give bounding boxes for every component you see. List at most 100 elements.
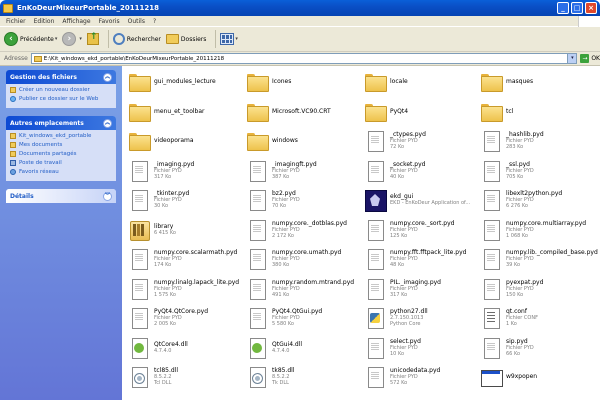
file-item[interactable]: tcl bbox=[480, 99, 513, 125]
chevron-down-icon[interactable]: ▾ bbox=[235, 36, 238, 42]
views-button[interactable]: ▾ bbox=[220, 33, 238, 45]
file-icon bbox=[364, 366, 386, 388]
file-item[interactable]: pyexpat.pyd Fichier PYD 150 Ko bbox=[480, 276, 543, 302]
menu-fichier[interactable]: Fichier bbox=[6, 18, 26, 25]
window-icon bbox=[480, 366, 503, 388]
file-item[interactable]: _ssl.pyd Fichier PYD 705 Ko bbox=[480, 158, 534, 184]
back-button[interactable]: ‹ Précédente ▾ bbox=[4, 32, 57, 46]
file-item[interactable]: library 6 415 Ko bbox=[128, 217, 176, 243]
place-network[interactable]: Favoris réseau bbox=[10, 169, 112, 176]
task-new-folder[interactable]: Créer un nouveau dossier bbox=[10, 87, 112, 94]
address-value[interactable]: E:\Kit_windows_ekd_portable\EnKoDeurMixe… bbox=[44, 56, 568, 62]
chevron-up-icon[interactable]: ︽ bbox=[103, 72, 112, 82]
place-label: Favoris réseau bbox=[19, 169, 59, 175]
file-item[interactable]: locale bbox=[364, 69, 408, 95]
file-item[interactable]: numpy.linalg.lapack_lite.pyd Fichier PYD 1… bbox=[128, 276, 239, 302]
file-item[interactable]: sip.pyd Fichier PYD 66 Ko bbox=[480, 335, 534, 361]
menu-favoris[interactable]: Favoris bbox=[99, 18, 120, 25]
file-item[interactable]: windows bbox=[246, 128, 298, 154]
forward-button[interactable]: › ▾ bbox=[62, 32, 82, 46]
close-button[interactable]: × bbox=[585, 2, 597, 14]
address-field[interactable]: E:\Kit_windows_ekd_portable\EnKoDeurMixe… bbox=[30, 53, 578, 64]
conf-icon bbox=[480, 307, 502, 329]
file-item[interactable]: QtCore4.dll 4.7.4.0 bbox=[128, 335, 188, 361]
file-item[interactable]: unicodedata.pyd Fichier PYD 572 Ko bbox=[364, 364, 440, 390]
file-item[interactable]: _socket.pyd Fichier PYD 40 Ko bbox=[364, 158, 425, 184]
menu-bar: Fichier Edition Affichage Favoris Outils… bbox=[0, 16, 600, 27]
place-my-documents[interactable]: Mes documents bbox=[10, 142, 112, 149]
up-folder-button[interactable] bbox=[86, 32, 99, 45]
file-item[interactable]: numpy.random.mtrand.pyd Fichier PYD 491 Ko bbox=[246, 276, 354, 302]
place-kit-folder[interactable]: Kit_windows_ekd_portable bbox=[10, 133, 112, 140]
file-item[interactable]: tk85.dll 8.5.2.2 Tk DLL bbox=[246, 364, 295, 390]
folder-icon bbox=[246, 101, 269, 123]
chevron-up-icon[interactable]: ︽ bbox=[103, 118, 112, 128]
file-item[interactable]: menu_et_toolbar bbox=[128, 99, 205, 125]
file-item[interactable]: PyQt4.QtGui.pyd Fichier PYD 5 580 Ko bbox=[246, 305, 322, 331]
chevron-down-icon[interactable]: ▾ bbox=[567, 54, 577, 63]
file-item[interactable]: _imaging.pyd Fichier PYD 317 Ko bbox=[128, 158, 194, 184]
file-item[interactable]: ekd_gui EKD - EnKoDeur Application of... bbox=[364, 187, 470, 213]
file-item[interactable]: select.pyd Fichier PYD 10 Ko bbox=[364, 335, 421, 361]
file-item[interactable]: bz2.pyd Fichier PYD 70 Ko bbox=[246, 187, 300, 213]
file-item[interactable]: _hashlib.pyd Fichier PYD 283 Ko bbox=[480, 128, 544, 154]
file-item[interactable]: numpy.core.umath.pyd Fichier PYD 380 Ko bbox=[246, 246, 341, 272]
place-my-computer[interactable]: Poste de travail bbox=[10, 160, 112, 167]
other-places-panel: Autres emplacements ︽ Kit_windows_ekd_po… bbox=[6, 116, 116, 181]
file-type: Fichier PYD bbox=[506, 344, 534, 351]
file-item[interactable]: w9xpopen bbox=[480, 364, 537, 390]
file-item[interactable]: _imagingft.pyd Fichier PYD 387 Ko bbox=[246, 158, 317, 184]
file-item[interactable]: numpy.core.multiarray.pyd Fichier PYD 1 06… bbox=[480, 217, 586, 243]
search-button[interactable]: Rechercher bbox=[112, 33, 161, 45]
file-item[interactable]: QtGui4.dll 4.7.4.0 bbox=[246, 335, 302, 361]
file-item[interactable]: PIL._imaging.pyd Fichier PYD 317 Ko bbox=[364, 276, 441, 302]
file-icon bbox=[246, 248, 268, 270]
file-name: Microsoft.VC90.CRT bbox=[272, 107, 331, 115]
file-item[interactable]: libexlt2python.pyd Fichier PYD 6 276 Ko bbox=[480, 187, 562, 213]
menu-outils[interactable]: Outils bbox=[128, 18, 145, 25]
file-size: 2 172 Ko bbox=[272, 232, 294, 239]
file-item[interactable]: python27.dll 2.7.150.1013 Python Core bbox=[364, 305, 428, 331]
task-publish-web[interactable]: Publier ce dossier sur le Web bbox=[10, 96, 112, 103]
file-item[interactable]: _tkinter.pyd Fichier PYD 30 Ko bbox=[128, 187, 189, 213]
file-item[interactable]: numpy.lib._compiled_base.pyd Fichier PYD 3… bbox=[480, 246, 598, 272]
file-item[interactable]: qt.conf Fichier CONF 1 Ko bbox=[480, 305, 538, 331]
file-tasks-panel: Gestion des fichiers ︽ Créer un nouveau … bbox=[6, 70, 116, 108]
folder-icon bbox=[128, 130, 151, 152]
file-item[interactable]: PyQt4.QtCore.pyd Fichier PYD 2 005 Ko bbox=[128, 305, 208, 331]
file-name: gui_modules_lecture bbox=[154, 78, 216, 85]
file-item[interactable]: numpy.fft.fftpack_lite.pyd Fichier PYD 48 … bbox=[364, 246, 466, 272]
menu-edition[interactable]: Edition bbox=[34, 18, 55, 25]
maximize-button[interactable]: □ bbox=[571, 2, 583, 14]
place-shared-documents[interactable]: Documents partagés bbox=[10, 151, 112, 158]
file-size: 66 Ko bbox=[506, 350, 521, 357]
go-label: OK bbox=[591, 55, 600, 62]
panel-header[interactable]: Autres emplacements ︽ bbox=[6, 116, 116, 130]
chevron-down-icon[interactable]: ︾ bbox=[103, 191, 112, 201]
menu-help[interactable]: ? bbox=[153, 18, 156, 25]
file-item[interactable]: numpy.core.scalarmath.pyd Fichier PYD 174 … bbox=[128, 246, 237, 272]
file-icon bbox=[246, 219, 268, 241]
file-item[interactable]: gui_modules_lecture bbox=[128, 69, 216, 95]
chevron-down-icon[interactable]: ▾ bbox=[55, 36, 58, 42]
file-item[interactable]: tcl85.dll 8.5.2.2 Tcl DLL bbox=[128, 364, 178, 390]
folders-button[interactable]: Dossiers bbox=[165, 34, 206, 44]
file-item[interactable]: Microsoft.VC90.CRT bbox=[246, 99, 331, 125]
file-item[interactable]: numpy.core._sort.pyd Fichier PYD 125 Ko bbox=[364, 217, 454, 243]
menu-affichage[interactable]: Affichage bbox=[62, 18, 90, 25]
file-item[interactable]: _ctypes.pyd Fichier PYD 72 Ko bbox=[364, 128, 426, 154]
file-item[interactable]: masques bbox=[480, 69, 533, 95]
file-item[interactable]: PyQt4 bbox=[364, 99, 408, 125]
panel-title: Gestion des fichiers bbox=[10, 73, 77, 81]
forward-arrow-icon: › bbox=[62, 32, 77, 46]
computer-icon bbox=[10, 160, 16, 166]
minimize-button[interactable]: _ bbox=[557, 2, 569, 14]
file-item[interactable]: Icones bbox=[246, 69, 291, 95]
file-item[interactable]: numpy.core._dotblas.pyd Fichier PYD 2 172 … bbox=[246, 217, 347, 243]
file-icon bbox=[364, 160, 386, 182]
panel-header[interactable]: Gestion des fichiers ︽ bbox=[6, 70, 116, 84]
go-button[interactable]: → OK bbox=[580, 54, 600, 63]
file-item[interactable]: videoporama bbox=[128, 128, 194, 154]
chevron-down-icon[interactable]: ▾ bbox=[79, 36, 82, 42]
panel-header[interactable]: Détails ︾ bbox=[6, 189, 116, 203]
